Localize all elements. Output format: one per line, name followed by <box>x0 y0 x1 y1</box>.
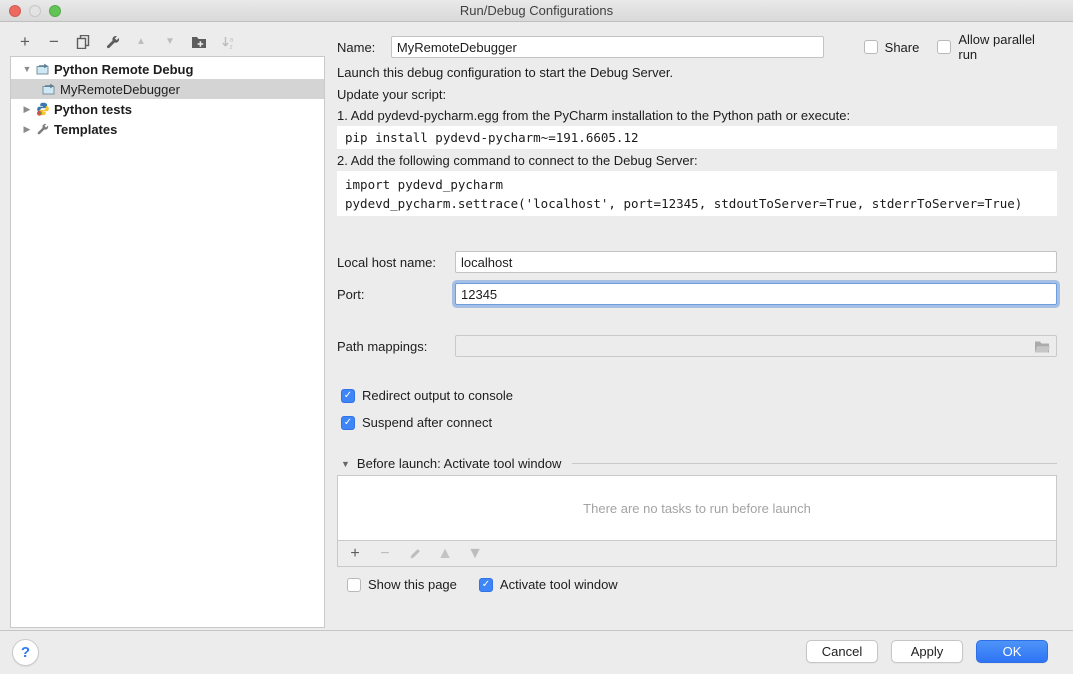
tree-item-myremotedebugger[interactable]: MyRemoteDebugger <box>11 79 324 99</box>
redirect-output-checkbox-box[interactable]: ✓ <box>341 389 355 403</box>
page-options-row: ✓ Show this page ✓ Activate tool window <box>347 577 618 592</box>
path-mappings-row: Path mappings: <box>337 335 1057 357</box>
tree-item-templates[interactable]: ▶ Templates <box>11 119 324 139</box>
question-mark-icon: ? <box>21 644 30 661</box>
edit-defaults-button[interactable] <box>104 34 120 50</box>
path-mappings-label: Path mappings: <box>337 339 455 354</box>
show-this-page-checkbox-box[interactable]: ✓ <box>347 578 361 592</box>
move-task-up-button[interactable]: ▲ <box>437 546 453 562</box>
title-bar: Run/Debug Configurations <box>0 0 1073 22</box>
redirect-output-checkbox-label: Redirect output to console <box>362 388 513 403</box>
tree-item-python-remote-debug[interactable]: ▼ Python Remote Debug <box>11 59 324 79</box>
new-folder-button[interactable] <box>191 34 207 50</box>
configurations-toolbar: + − ▲ ▼ a z <box>17 31 236 53</box>
collapse-arrow-icon[interactable]: ▶ <box>19 104 35 115</box>
settrace-code-block[interactable]: import pydevd_pycharm pydevd_pycharm.set… <box>337 171 1057 216</box>
dialog-buttons: Cancel Apply OK <box>806 640 1048 663</box>
remote-debug-config-icon <box>35 63 50 75</box>
local-host-input[interactable] <box>455 251 1057 273</box>
activate-tool-window-checkbox-box[interactable]: ✓ <box>479 578 493 592</box>
path-mappings-input[interactable] <box>455 335 1057 357</box>
code-line-1: import pydevd_pycharm <box>345 177 503 192</box>
port-input[interactable] <box>455 283 1057 305</box>
collapse-arrow-icon[interactable]: ▶ <box>19 124 35 135</box>
suspend-after-connect-checkbox-box[interactable]: ✓ <box>341 416 355 430</box>
before-launch-toolbar: + − ▲ ▼ <box>337 541 1057 567</box>
allow-parallel-run-checkbox[interactable]: ✓ Allow parallel run <box>937 32 1057 62</box>
show-this-page-checkbox[interactable]: ✓ Show this page <box>347 577 457 592</box>
cancel-button[interactable]: Cancel <box>806 640 878 663</box>
allow-parallel-run-checkbox-label: Allow parallel run <box>958 32 1057 62</box>
share-checkbox-label: Share <box>885 40 920 55</box>
sort-configurations-button[interactable]: a z <box>220 34 236 50</box>
templates-wrench-icon <box>35 123 50 136</box>
activate-tool-window-checkbox[interactable]: ✓ Activate tool window <box>479 577 618 592</box>
wrench-icon <box>105 35 120 50</box>
suspend-after-connect-checkbox-label: Suspend after connect <box>362 415 492 430</box>
step2-text: 2. Add the following command to connect … <box>337 153 698 168</box>
suspend-after-connect-checkbox[interactable]: ✓ Suspend after connect <box>341 415 492 430</box>
section-divider <box>572 463 1057 464</box>
redirect-output-checkbox[interactable]: ✓ Redirect output to console <box>341 388 513 403</box>
name-input[interactable] <box>391 36 824 58</box>
remove-configuration-button[interactable]: − <box>46 34 62 50</box>
port-label: Port: <box>337 287 455 302</box>
pip-command-code[interactable]: pip install pydevd-pycharm~=191.6605.12 <box>337 126 1057 149</box>
move-task-down-button[interactable]: ▼ <box>467 546 483 562</box>
before-launch-task-list[interactable]: There are no tasks to run before launch <box>337 475 1057 541</box>
tree-item-label: Python tests <box>54 102 132 117</box>
local-host-label: Local host name: <box>337 255 455 270</box>
allow-parallel-run-checkbox-box[interactable]: ✓ <box>937 40 951 54</box>
sort-alphabetically-icon: a z <box>221 35 236 50</box>
python-tests-icon <box>35 102 50 116</box>
new-folder-icon <box>191 35 207 49</box>
show-this-page-checkbox-label: Show this page <box>368 577 457 592</box>
add-task-button[interactable]: + <box>347 546 363 562</box>
run-debug-configurations-dialog: Run/Debug Configurations + − ▲ ▼ <box>0 0 1073 674</box>
description-text: Launch this debug configuration to start… <box>337 65 673 80</box>
before-launch-title: Before launch: Activate tool window <box>357 456 562 471</box>
configurations-tree: ▼ Python Remote Debug MyRemoteDebugger ▶ <box>10 56 325 628</box>
move-up-button[interactable]: ▲ <box>133 34 149 50</box>
apply-button[interactable]: Apply <box>891 640 963 663</box>
share-checkbox-box[interactable]: ✓ <box>864 40 878 54</box>
remote-debug-config-icon <box>41 83 56 95</box>
collapse-section-icon[interactable]: ▼ <box>341 459 350 469</box>
browse-folder-icon[interactable] <box>1034 340 1050 353</box>
update-script-text: Update your script: <box>337 87 446 102</box>
tree-item-label: Templates <box>54 122 117 137</box>
window-title: Run/Debug Configurations <box>0 3 1073 18</box>
copy-icon <box>76 35 90 49</box>
name-row: Name: ✓ Share ✓ Allow parallel run <box>337 32 1057 62</box>
help-button[interactable]: ? <box>12 639 39 666</box>
svg-text:a: a <box>229 36 233 43</box>
code-line-2: pydevd_pycharm.settrace('localhost', por… <box>345 196 1022 211</box>
tree-item-label: MyRemoteDebugger <box>60 82 180 97</box>
add-configuration-button[interactable]: + <box>17 34 33 50</box>
tree-item-python-tests[interactable]: ▶ Python tests <box>11 99 324 119</box>
edit-pencil-icon <box>409 547 422 560</box>
move-down-button[interactable]: ▼ <box>162 34 178 50</box>
port-row: Port: <box>337 283 1057 305</box>
share-checkbox[interactable]: ✓ Share <box>864 40 920 55</box>
before-launch-header[interactable]: ▼ Before launch: Activate tool window <box>341 456 1057 471</box>
remove-task-button[interactable]: − <box>377 546 393 562</box>
name-label: Name: <box>337 40 381 55</box>
local-host-row: Local host name: <box>337 251 1057 273</box>
dialog-footer: ? Cancel Apply OK <box>0 630 1073 674</box>
edit-task-button[interactable] <box>407 546 423 562</box>
step1-text: 1. Add pydevd-pycharm.egg from the PyCha… <box>337 108 850 123</box>
ok-button[interactable]: OK <box>976 640 1048 663</box>
activate-tool-window-checkbox-label: Activate tool window <box>500 577 618 592</box>
tree-item-label: Python Remote Debug <box>54 62 193 77</box>
svg-text:z: z <box>229 44 232 50</box>
empty-tasks-text: There are no tasks to run before launch <box>583 501 811 516</box>
expand-arrow-icon[interactable]: ▼ <box>19 64 35 74</box>
copy-configuration-button[interactable] <box>75 34 91 50</box>
